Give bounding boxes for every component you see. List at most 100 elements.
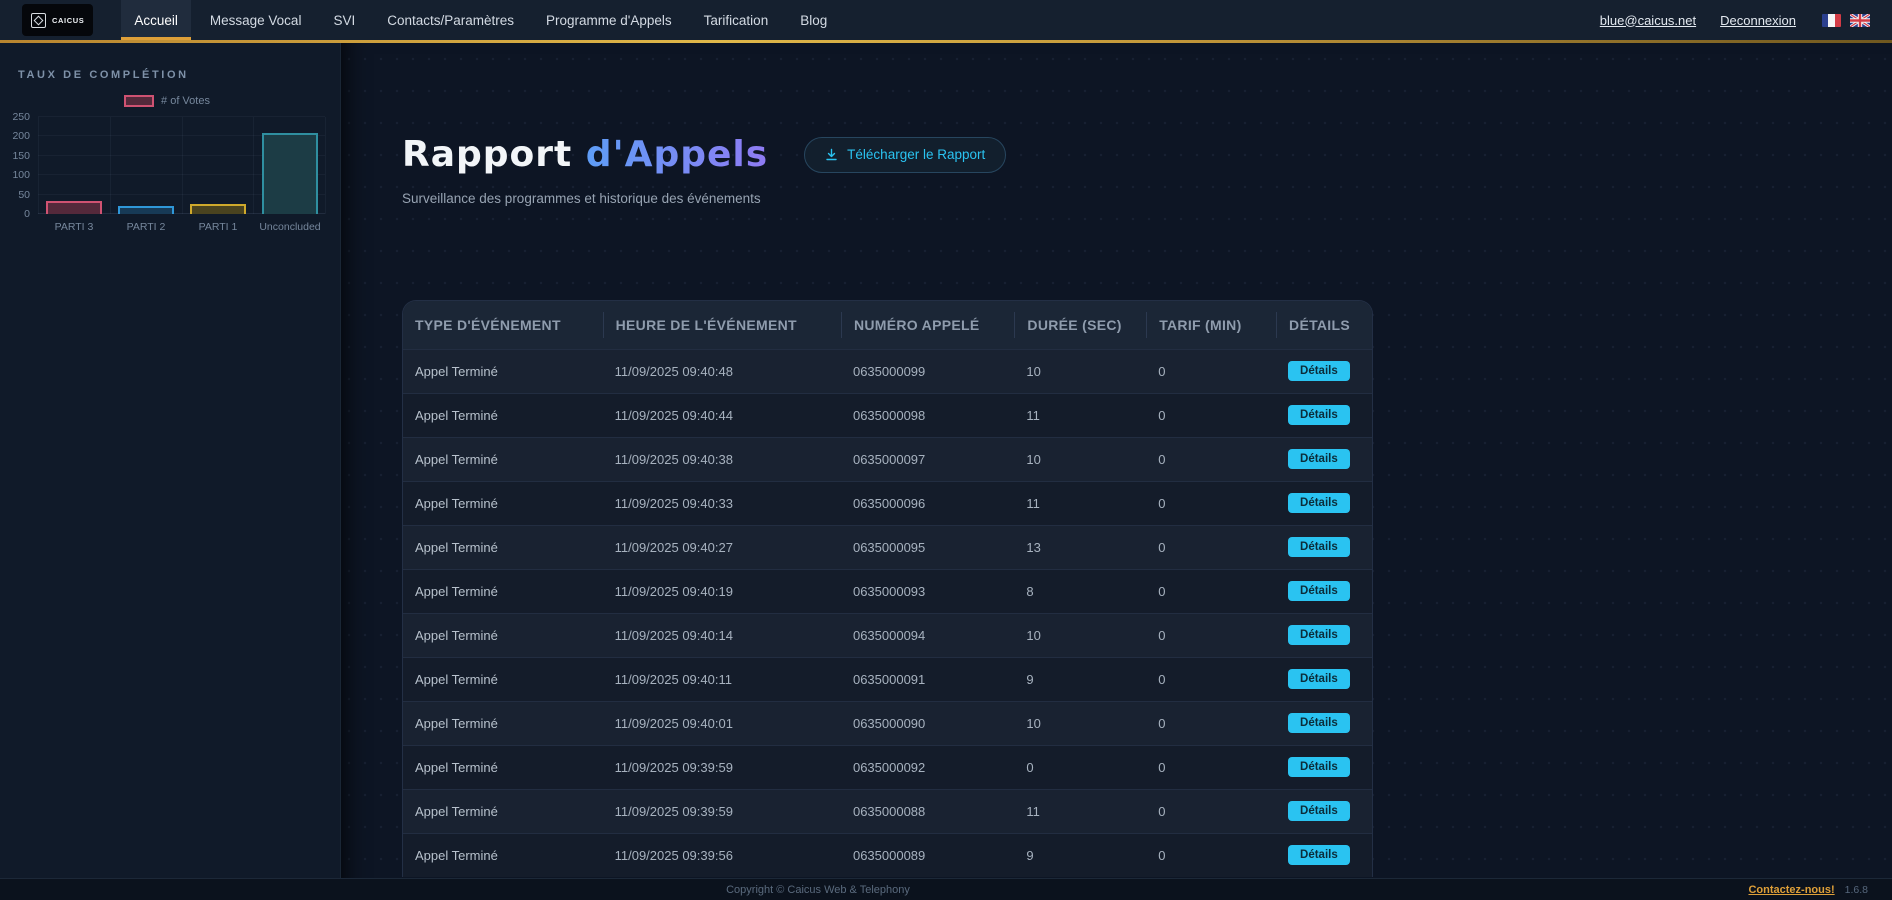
cell-event-type: Appel Terminé — [403, 452, 603, 467]
nav-item-tarification[interactable]: Tarification — [691, 0, 782, 40]
cell-event-type: Appel Terminé — [403, 760, 603, 775]
chart-x-axis: PARTI 3PARTI 2PARTI 1Unconcluded — [38, 221, 326, 233]
legend-label: # of Votes — [161, 95, 210, 107]
cell-tariff: 0 — [1146, 408, 1276, 423]
page-title: Rapport d'Appels — [402, 135, 768, 175]
cell-event-time: 11/09/2025 09:40:11 — [603, 672, 841, 687]
nav-item-contacts-param-tres[interactable]: Contacts/Paramètres — [374, 0, 527, 40]
cell-called-number: 0635000090 — [841, 716, 1014, 731]
cell-tariff: 0 — [1146, 848, 1276, 863]
main-content: Rapport d'Appels Télécharger le Rapport … — [341, 43, 1892, 900]
bar-parti-2 — [118, 206, 174, 214]
page-subtitle: Surveillance des programmes et historiqu… — [402, 191, 1892, 206]
cell-tariff: 0 — [1146, 760, 1276, 775]
download-report-button[interactable]: Télécharger le Rapport — [804, 137, 1006, 173]
app-logo[interactable]: CAICUS — [22, 4, 93, 36]
cell-duration: 9 — [1014, 848, 1146, 863]
nav-item-svi[interactable]: SVI — [320, 0, 368, 40]
column-header-event-time: HEURE DE L'ÉVÉNEMENT — [603, 312, 841, 338]
cell-event-time: 11/09/2025 09:40:14 — [603, 628, 841, 643]
cell-tariff: 0 — [1146, 496, 1276, 511]
x-tick-label: PARTI 1 — [182, 221, 254, 233]
top-nav: CAICUS AccueilMessage VocalSVIContacts/P… — [0, 0, 1892, 40]
cell-duration: 9 — [1014, 672, 1146, 687]
legend-swatch-icon — [124, 95, 154, 107]
details-button[interactable]: Détails — [1288, 537, 1350, 557]
nav-menu: AccueilMessage VocalSVIContacts/Paramètr… — [121, 0, 840, 40]
page-title-primary: Rapport — [402, 134, 572, 175]
cell-event-type: Appel Terminé — [403, 672, 603, 687]
details-button[interactable]: Détails — [1288, 801, 1350, 821]
cell-event-time: 11/09/2025 09:39:59 — [603, 804, 841, 819]
cell-event-time: 11/09/2025 09:40:27 — [603, 540, 841, 555]
logout-link[interactable]: Deconnexion — [1720, 13, 1796, 28]
y-tick-label: 250 — [12, 111, 30, 123]
cell-called-number: 0635000095 — [841, 540, 1014, 555]
details-button[interactable]: Détails — [1288, 449, 1350, 469]
chart-category-slot — [38, 117, 110, 214]
cell-event-type: Appel Terminé — [403, 408, 603, 423]
x-tick-label: Unconcluded — [254, 221, 326, 233]
table-header: TYPE D'ÉVÉNEMENT HEURE DE L'ÉVÉNEMENT NU… — [403, 301, 1372, 349]
cell-duration: 8 — [1014, 584, 1146, 599]
cell-event-time: 11/09/2025 09:40:01 — [603, 716, 841, 731]
nav-item-programme-d-appels[interactable]: Programme d'Appels — [533, 0, 685, 40]
chart-title: TAUX DE COMPLÉTION — [0, 69, 340, 81]
cell-duration: 10 — [1014, 716, 1146, 731]
completion-chart: # of Votes 250200150100500 PARTI 3PARTI … — [8, 95, 326, 233]
cell-event-type: Appel Terminé — [403, 584, 603, 599]
details-button[interactable]: Détails — [1288, 405, 1350, 425]
english-flag-icon[interactable] — [1850, 14, 1870, 27]
cell-duration: 11 — [1014, 496, 1146, 511]
cell-event-time: 11/09/2025 09:40:38 — [603, 452, 841, 467]
nav-item-accueil[interactable]: Accueil — [121, 0, 191, 40]
cell-duration: 10 — [1014, 628, 1146, 643]
cell-duration: 11 — [1014, 804, 1146, 819]
y-tick-label: 150 — [12, 150, 30, 162]
details-button[interactable]: Détails — [1288, 713, 1350, 733]
chart-legend[interactable]: # of Votes — [8, 95, 326, 107]
language-switcher — [1822, 14, 1870, 27]
table-row: Appel Terminé 11/09/2025 09:40:33 063500… — [403, 481, 1372, 525]
column-header-details: DÉTAILS — [1276, 312, 1372, 338]
cell-duration: 11 — [1014, 408, 1146, 423]
contact-link[interactable]: Contactez-nous! — [1748, 884, 1834, 896]
details-button[interactable]: Détails — [1288, 845, 1350, 865]
cell-called-number: 0635000098 — [841, 408, 1014, 423]
cell-event-time: 11/09/2025 09:39:59 — [603, 760, 841, 775]
cell-duration: 10 — [1014, 452, 1146, 467]
user-email-link[interactable]: blue@caicus.net — [1600, 13, 1696, 28]
cell-tariff: 0 — [1146, 628, 1276, 643]
chart-category-slot — [182, 117, 254, 214]
chart-category-slot — [110, 117, 182, 214]
cell-tariff: 0 — [1146, 584, 1276, 599]
table-row: Appel Terminé 11/09/2025 09:40:48 063500… — [403, 349, 1372, 393]
cell-event-type: Appel Terminé — [403, 804, 603, 819]
y-tick-label: 50 — [18, 189, 30, 201]
cell-event-type: Appel Terminé — [403, 848, 603, 863]
cell-called-number: 0635000089 — [841, 848, 1014, 863]
details-button[interactable]: Détails — [1288, 581, 1350, 601]
y-tick-label: 0 — [24, 208, 30, 220]
cell-duration: 10 — [1014, 364, 1146, 379]
cell-event-time: 11/09/2025 09:40:44 — [603, 408, 841, 423]
table-row: Appel Terminé 11/09/2025 09:39:59 063500… — [403, 789, 1372, 833]
details-button[interactable]: Détails — [1288, 757, 1350, 777]
cell-called-number: 0635000091 — [841, 672, 1014, 687]
table-row: Appel Terminé 11/09/2025 09:40:01 063500… — [403, 701, 1372, 745]
nav-item-blog[interactable]: Blog — [787, 0, 840, 40]
logo-text: CAICUS — [52, 16, 84, 25]
details-button[interactable]: Détails — [1288, 493, 1350, 513]
nav-item-message-vocal[interactable]: Message Vocal — [197, 0, 315, 40]
french-flag-icon[interactable] — [1822, 14, 1841, 27]
column-header-called-number: NUMÉRO APPELÉ — [841, 312, 1014, 338]
cell-called-number: 0635000097 — [841, 452, 1014, 467]
cell-event-type: Appel Terminé — [403, 628, 603, 643]
details-button[interactable]: Détails — [1288, 361, 1350, 381]
details-button[interactable]: Détails — [1288, 625, 1350, 645]
cell-duration: 0 — [1014, 760, 1146, 775]
x-tick-label: PARTI 3 — [38, 221, 110, 233]
table-row: Appel Terminé 11/09/2025 09:40:14 063500… — [403, 613, 1372, 657]
download-button-label: Télécharger le Rapport — [847, 147, 985, 162]
details-button[interactable]: Détails — [1288, 669, 1350, 689]
